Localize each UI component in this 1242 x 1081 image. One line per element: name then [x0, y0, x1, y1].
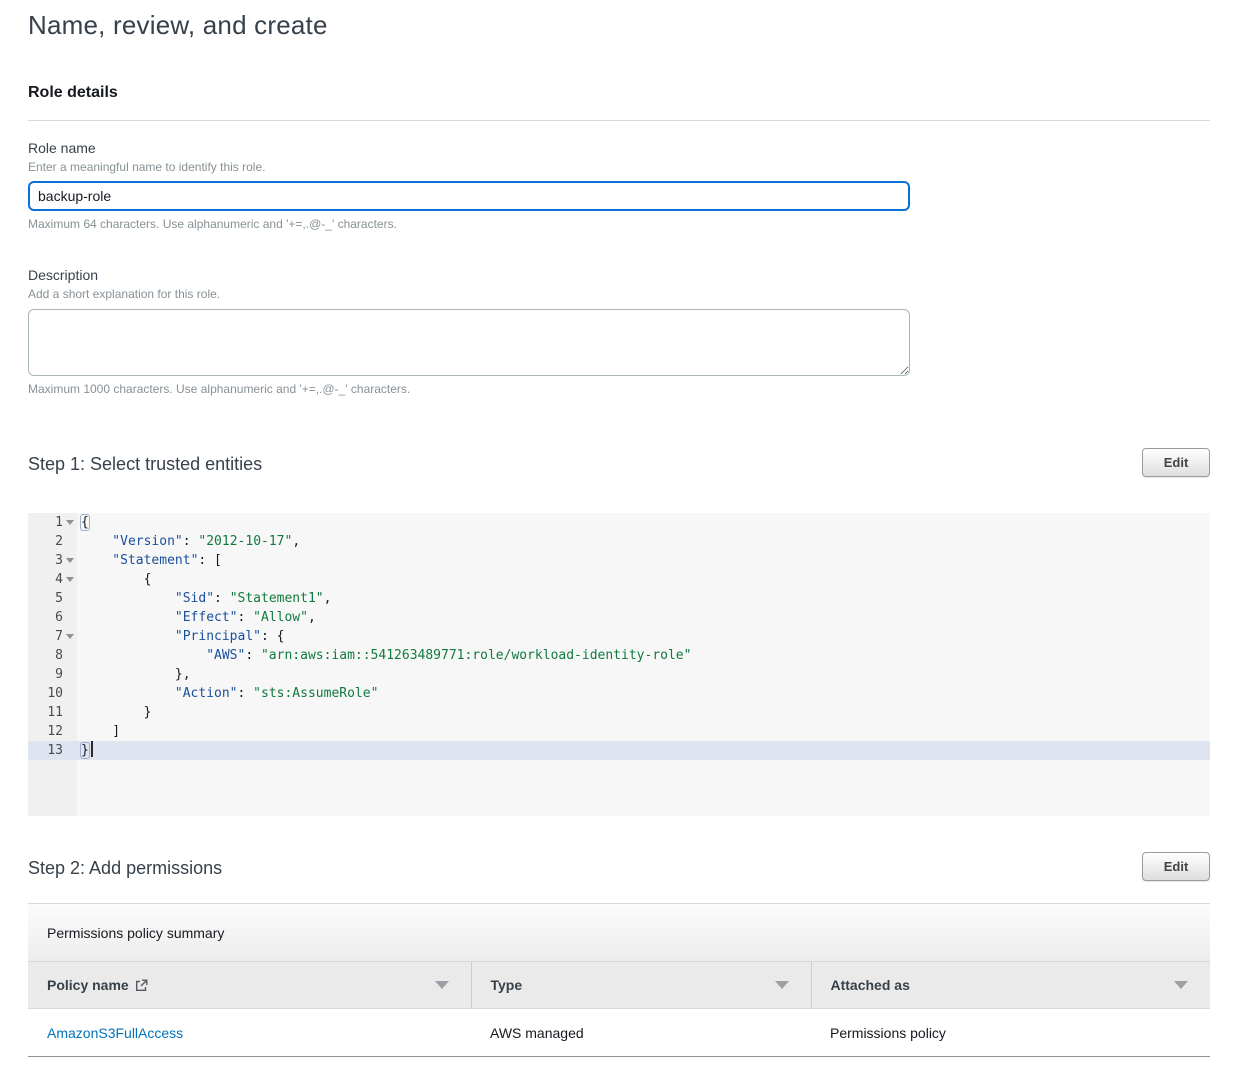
page-title: Name, review, and create [28, 10, 1210, 41]
column-header-attached-as[interactable]: Attached as [811, 962, 1210, 1009]
column-header-type[interactable]: Type [471, 962, 811, 1009]
table-header-row: Policy name Type [28, 962, 1210, 1009]
description-field-group: Description Add a short explanation for … [28, 267, 1210, 396]
column-label: Type [491, 977, 523, 993]
description-textarea[interactable] [28, 309, 910, 376]
step1-edit-button[interactable]: Edit [1142, 448, 1210, 477]
policy-editor-gutter: 12345678910111213 [28, 513, 77, 816]
description-help-text: Add a short explanation for this role. [28, 287, 1210, 301]
role-name-input[interactable] [28, 181, 910, 211]
column-dropdown-icon[interactable] [1174, 981, 1188, 989]
policy-type-cell: AWS managed [471, 1009, 811, 1057]
section-divider [28, 120, 1210, 121]
permissions-policy-table: Policy name Type [28, 961, 1210, 1057]
step1-header-row: Step 1: Select trusted entities Edit [28, 448, 1210, 477]
description-hint-text: Maximum 1000 characters. Use alphanumeri… [28, 382, 1210, 396]
role-name-field-group: Role name Enter a meaningful name to ide… [28, 140, 1210, 231]
policy-editor-lines[interactable]: {"Version": "2012-10-17","Statement": [{… [77, 513, 1210, 816]
permissions-summary-panel: Permissions policy summary Policy name [28, 903, 1210, 1057]
text-cursor [91, 741, 93, 757]
external-link-icon [135, 979, 148, 992]
role-name-hint-text: Maximum 64 characters. Use alphanumeric … [28, 217, 1210, 231]
description-label: Description [28, 267, 1210, 283]
column-dropdown-icon[interactable] [435, 981, 449, 989]
name-review-create-page: Name, review, and create Role details Ro… [0, 0, 1242, 1081]
fold-caret-icon[interactable] [66, 520, 74, 525]
role-name-help-text: Enter a meaningful name to identify this… [28, 160, 1210, 174]
step2-header-row: Step 2: Add permissions Edit [28, 852, 1210, 881]
role-name-label: Role name [28, 140, 1210, 156]
fold-caret-icon[interactable] [66, 634, 74, 639]
step1-heading: Step 1: Select trusted entities [28, 448, 262, 475]
column-label: Policy name [47, 977, 129, 993]
table-row: AmazonS3FullAccess AWS managed Permissio… [28, 1009, 1210, 1057]
column-label: Attached as [831, 977, 910, 993]
policy-attached-as-cell: Permissions policy [811, 1009, 1210, 1057]
role-details-heading: Role details [28, 84, 1210, 102]
column-dropdown-icon[interactable] [775, 981, 789, 989]
policy-name-link[interactable]: AmazonS3FullAccess [47, 1025, 183, 1041]
step2-edit-button[interactable]: Edit [1142, 852, 1210, 881]
trust-policy-editor[interactable]: 12345678910111213 {"Version": "2012-10-1… [28, 513, 1210, 816]
fold-caret-icon[interactable] [66, 577, 74, 582]
fold-caret-icon[interactable] [66, 558, 74, 563]
step2-heading: Step 2: Add permissions [28, 852, 222, 879]
column-header-policy-name[interactable]: Policy name [28, 962, 471, 1009]
permissions-summary-title: Permissions policy summary [28, 904, 1210, 961]
